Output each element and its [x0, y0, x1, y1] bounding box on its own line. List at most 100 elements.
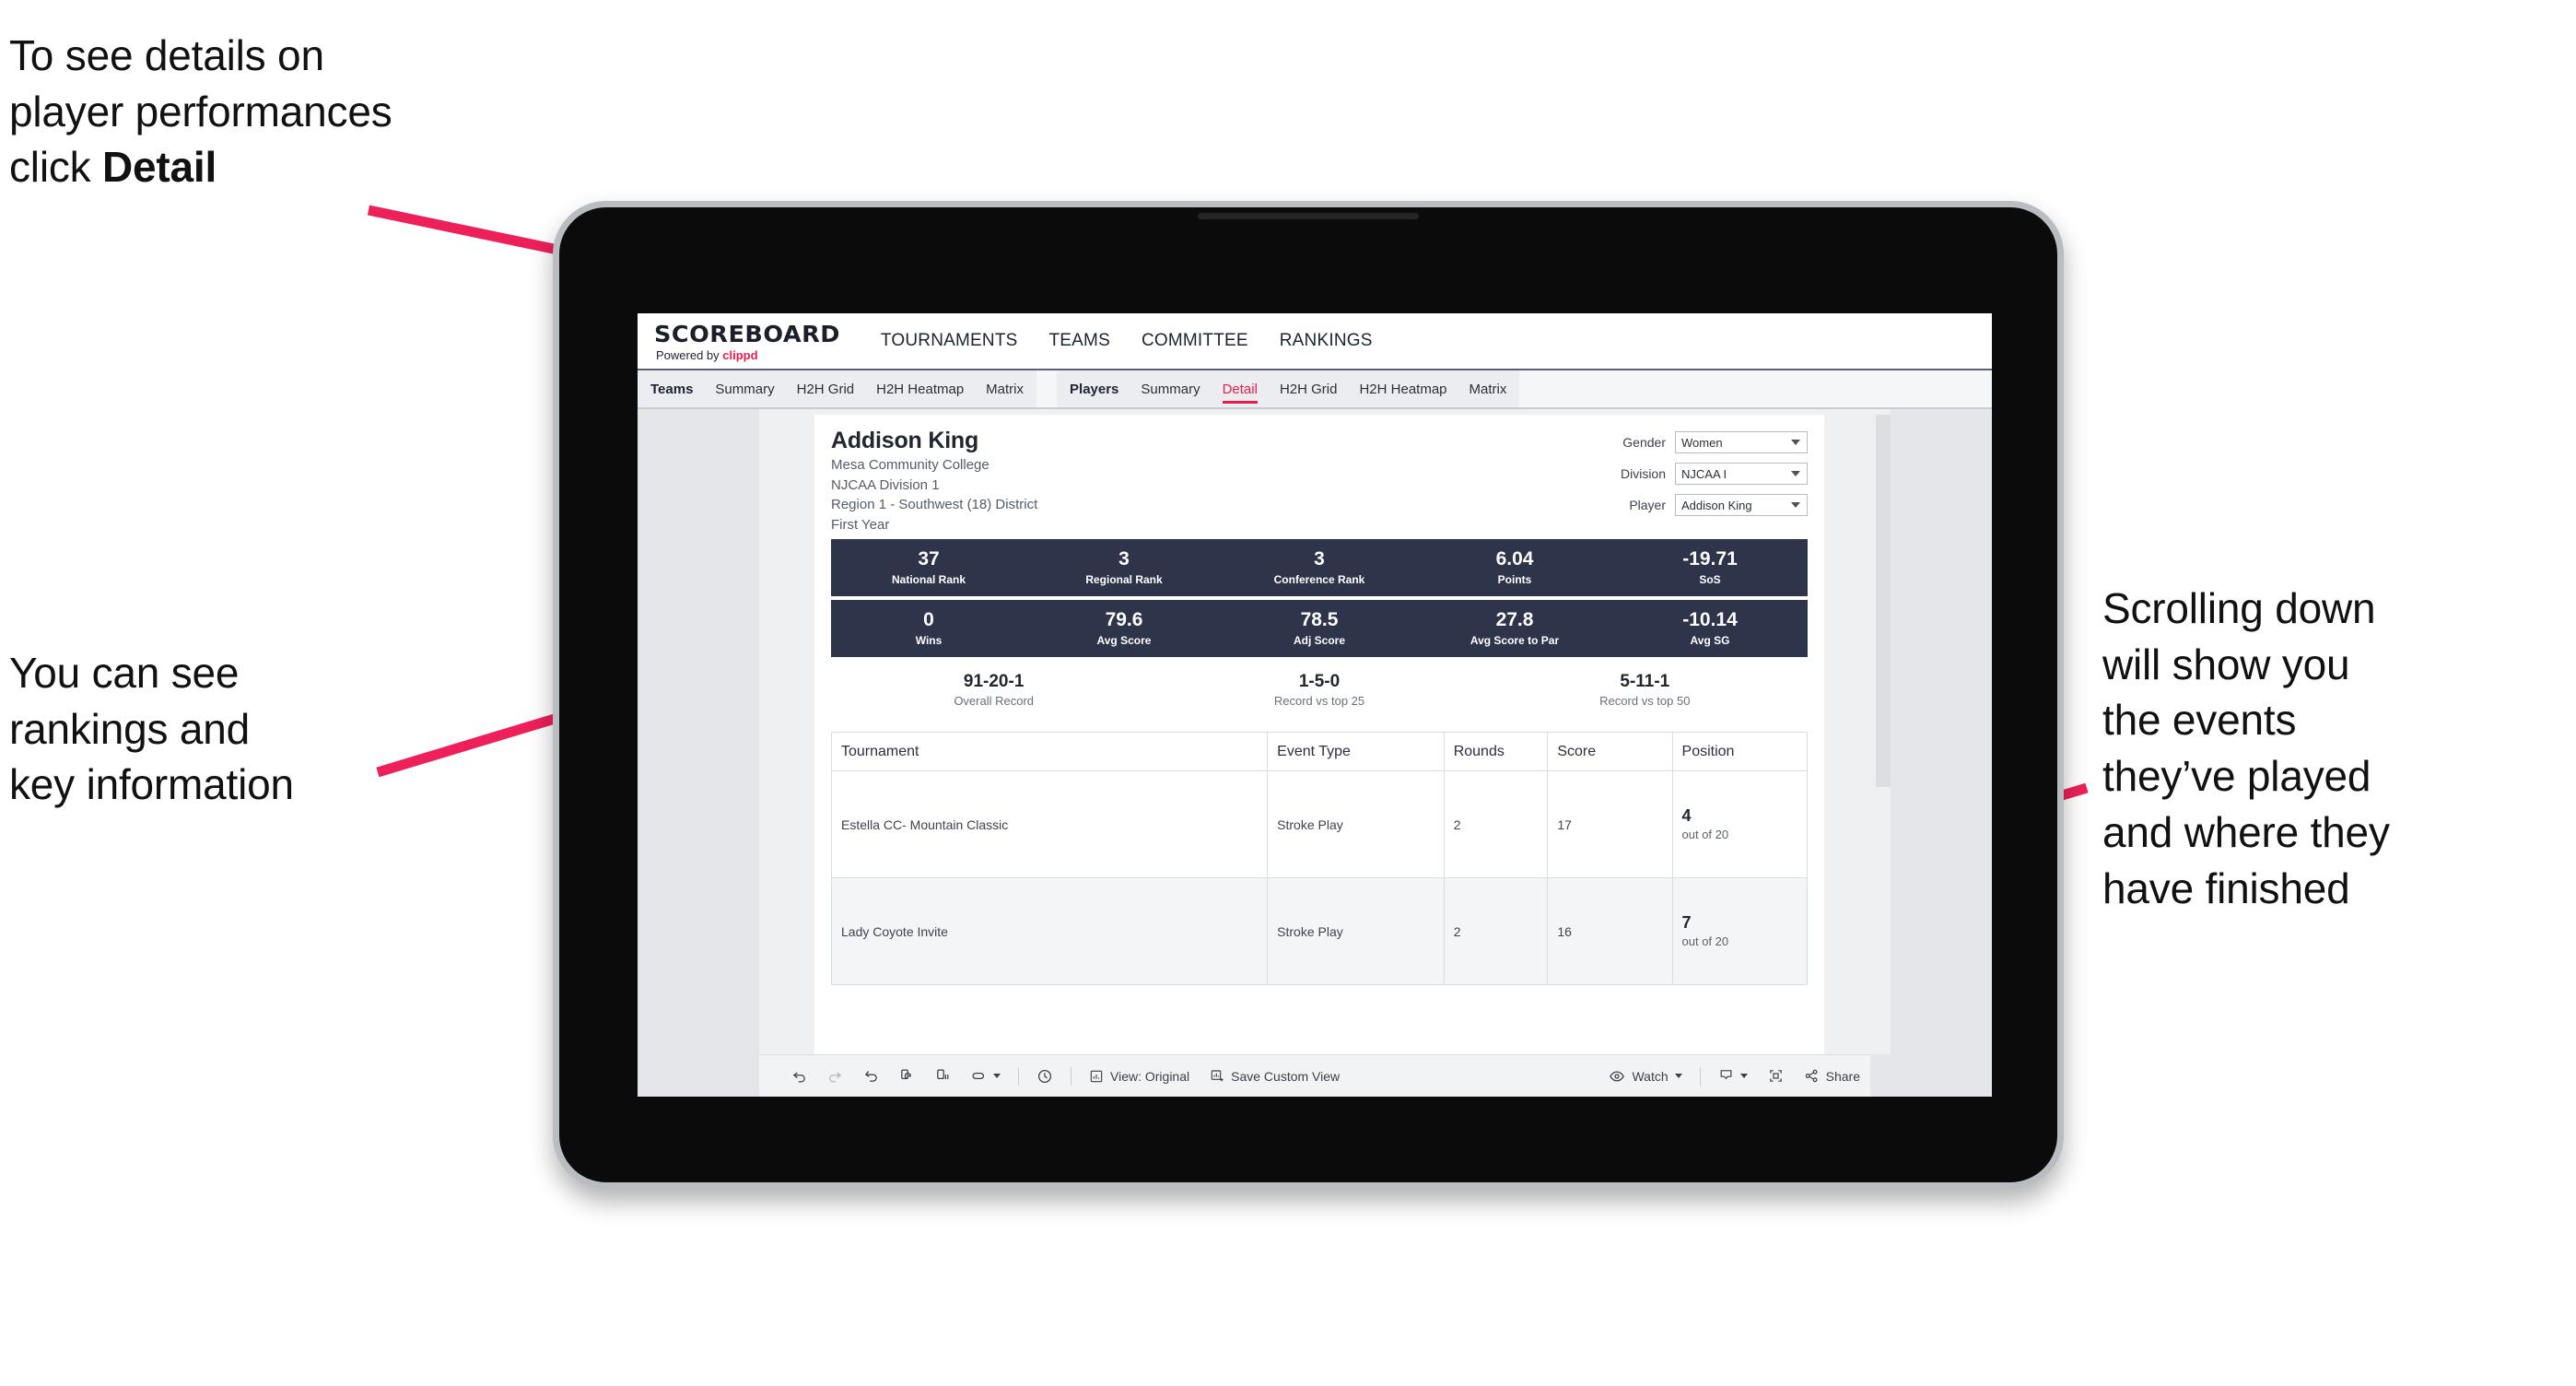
stat-label: Avg Score to Par [1469, 633, 1560, 647]
brand-logo[interactable]: SCOREBOARD Powered by clippd [650, 321, 855, 362]
nav-teams[interactable]: TEAMS [1049, 331, 1110, 351]
record-overall: 91-20-1 Overall Record [831, 672, 1156, 708]
pause-dropdown-button[interactable] [961, 1068, 1011, 1084]
stat-national-rank: 37 National Rank [831, 548, 1026, 586]
filter-gender: Gender Women [1609, 431, 1808, 453]
filter-division-select[interactable]: NJCAA I [1675, 463, 1808, 485]
watch-label: Watch [1632, 1068, 1669, 1084]
record-value: 1-5-0 [1298, 672, 1341, 691]
record-label: Overall Record [954, 694, 1035, 708]
annotation-scrolling: Scrolling down will show you the events … [2102, 584, 2390, 912]
annotation-rankings: You can see rankings and key information [9, 649, 294, 809]
column-header-rounds[interactable]: Rounds [1443, 732, 1549, 771]
redo-button[interactable] [817, 1068, 853, 1084]
table-row[interactable]: Estella CC- Mountain Classic Stroke Play… [830, 770, 1809, 878]
stat-sos: -19.71 SoS [1612, 548, 1808, 586]
download-button[interactable] [1708, 1068, 1758, 1084]
stat-value: 27.8 [1495, 609, 1534, 631]
tab-teams-matrix[interactable]: Matrix [986, 370, 1024, 407]
position-value: 7 [1681, 913, 1692, 933]
save-custom-view-label: Save Custom View [1231, 1068, 1341, 1084]
stat-avg-score: 79.6 Avg Score [1026, 609, 1222, 647]
clock-icon [1036, 1068, 1053, 1085]
tab-players-h2h-grid[interactable]: H2H Grid [1280, 370, 1338, 407]
position-field-size: out of 20 [1681, 934, 1729, 948]
undo-button[interactable] [781, 1068, 817, 1084]
events-table: Tournament Event Type Rounds Score Posit… [830, 732, 1809, 985]
chevron-down-icon [1791, 440, 1800, 445]
pause-auto-update-button[interactable] [925, 1068, 961, 1084]
stat-adj-score: 78.5 Adj Score [1222, 609, 1417, 647]
fullscreen-button[interactable] [1758, 1068, 1794, 1084]
cell-rounds: 2 [1443, 877, 1549, 985]
player-name: Addison King [831, 428, 979, 453]
stat-label: Avg SG [1690, 633, 1730, 647]
cell-event-type: Stroke Play [1267, 770, 1445, 878]
watch-button[interactable]: Watch [1598, 1068, 1692, 1085]
filter-player-select[interactable]: Addison King [1675, 494, 1808, 516]
toolbar-divider [1699, 1066, 1701, 1086]
redo-icon [827, 1068, 843, 1084]
column-header-score[interactable]: Score [1547, 732, 1673, 771]
filter-division-label: Division [1620, 466, 1666, 481]
tab-teams-h2h-heatmap[interactable]: H2H Heatmap [876, 370, 964, 407]
tab-players-summary[interactable]: Summary [1141, 370, 1200, 407]
column-header-tournament[interactable]: Tournament [830, 732, 1269, 771]
filter-gender-select[interactable]: Women [1675, 431, 1808, 453]
table-row[interactable]: Lady Coyote Invite Stroke Play 2 16 7 ou… [830, 877, 1809, 985]
cell-score: 16 [1547, 877, 1673, 985]
stat-label: Adj Score [1293, 633, 1345, 647]
stat-value: 79.6 [1105, 609, 1143, 631]
stat-value: 37 [918, 548, 940, 570]
secondary-tabstrip: Teams Summary H2H Grid H2H Heatmap Matri… [638, 370, 1992, 409]
stat-label: Conference Rank [1273, 572, 1365, 586]
tab-players-h2h-heatmap[interactable]: H2H Heatmap [1359, 370, 1446, 407]
refresh-data-icon [899, 1068, 915, 1084]
chevron-down-icon [993, 1074, 1001, 1078]
save-view-icon [1210, 1069, 1224, 1084]
teams-group-label: Teams [650, 381, 694, 397]
stat-value: 0 [923, 609, 934, 631]
player-year: First Year [831, 516, 890, 533]
nav-committee[interactable]: COMMITTEE [1142, 331, 1248, 351]
revert-button[interactable] [853, 1068, 889, 1084]
save-custom-view-button[interactable]: Save Custom View [1200, 1069, 1350, 1084]
stat-label: National Rank [891, 572, 966, 586]
brand-powered-by: Powered by clippd [656, 348, 838, 362]
clock-button[interactable] [1026, 1068, 1063, 1085]
column-header-event-type[interactable]: Event Type [1267, 732, 1445, 771]
stats-row-performance: 0 Wins 79.6 Avg Score 78.5 Adj Score 27.… [831, 600, 1808, 657]
player-identity: Addison King Mesa Community College NJCA… [831, 428, 1037, 534]
slide-canvas: To see details on player performances cl… [0, 0, 2576, 1386]
tablet-screen: SCOREBOARD Powered by clippd TOURNAMENTS… [638, 313, 1992, 1097]
tab-players-detail[interactable]: Detail [1222, 370, 1259, 407]
stat-value: 78.5 [1300, 609, 1339, 631]
tab-teams-h2h-grid[interactable]: H2H Grid [797, 370, 855, 407]
tab-players-matrix[interactable]: Matrix [1469, 370, 1507, 407]
share-button[interactable]: Share [1794, 1068, 1870, 1084]
chevron-down-icon [1791, 471, 1800, 476]
refresh-data-button[interactable] [889, 1068, 925, 1084]
pill-icon [971, 1068, 987, 1084]
tab-teams-summary[interactable]: Summary [715, 370, 774, 407]
records-row: 91-20-1 Overall Record 1-5-0 Record vs t… [831, 672, 1808, 708]
stat-label: SoS [1699, 572, 1721, 586]
stat-label: Avg Score [1096, 633, 1152, 647]
download-icon [1718, 1068, 1734, 1084]
filter-gender-value: Women [1681, 435, 1723, 450]
player-detail-sheet: Addison King Mesa Community College NJCA… [814, 415, 1824, 1054]
view-original-button[interactable]: View: Original [1079, 1069, 1200, 1084]
column-header-position[interactable]: Position [1671, 732, 1809, 771]
powered-clippd: clippd [722, 347, 758, 362]
app-header: SCOREBOARD Powered by clippd TOURNAMENTS… [638, 313, 1992, 370]
filter-player-label: Player [1629, 498, 1666, 512]
nav-rankings[interactable]: RANKINGS [1280, 331, 1373, 351]
annotation-detail-bold: Detail [102, 143, 217, 192]
table-header-row: Tournament Event Type Rounds Score Posit… [830, 732, 1809, 771]
stat-value: -19.71 [1682, 548, 1738, 570]
vertical-scrollbar[interactable] [1876, 415, 1891, 787]
eye-icon [1609, 1068, 1625, 1085]
nav-tournaments[interactable]: TOURNAMENTS [881, 331, 1018, 351]
workspace: Addison King Mesa Community College NJCA… [638, 409, 1992, 1097]
stat-label: Regional Rank [1085, 572, 1163, 586]
